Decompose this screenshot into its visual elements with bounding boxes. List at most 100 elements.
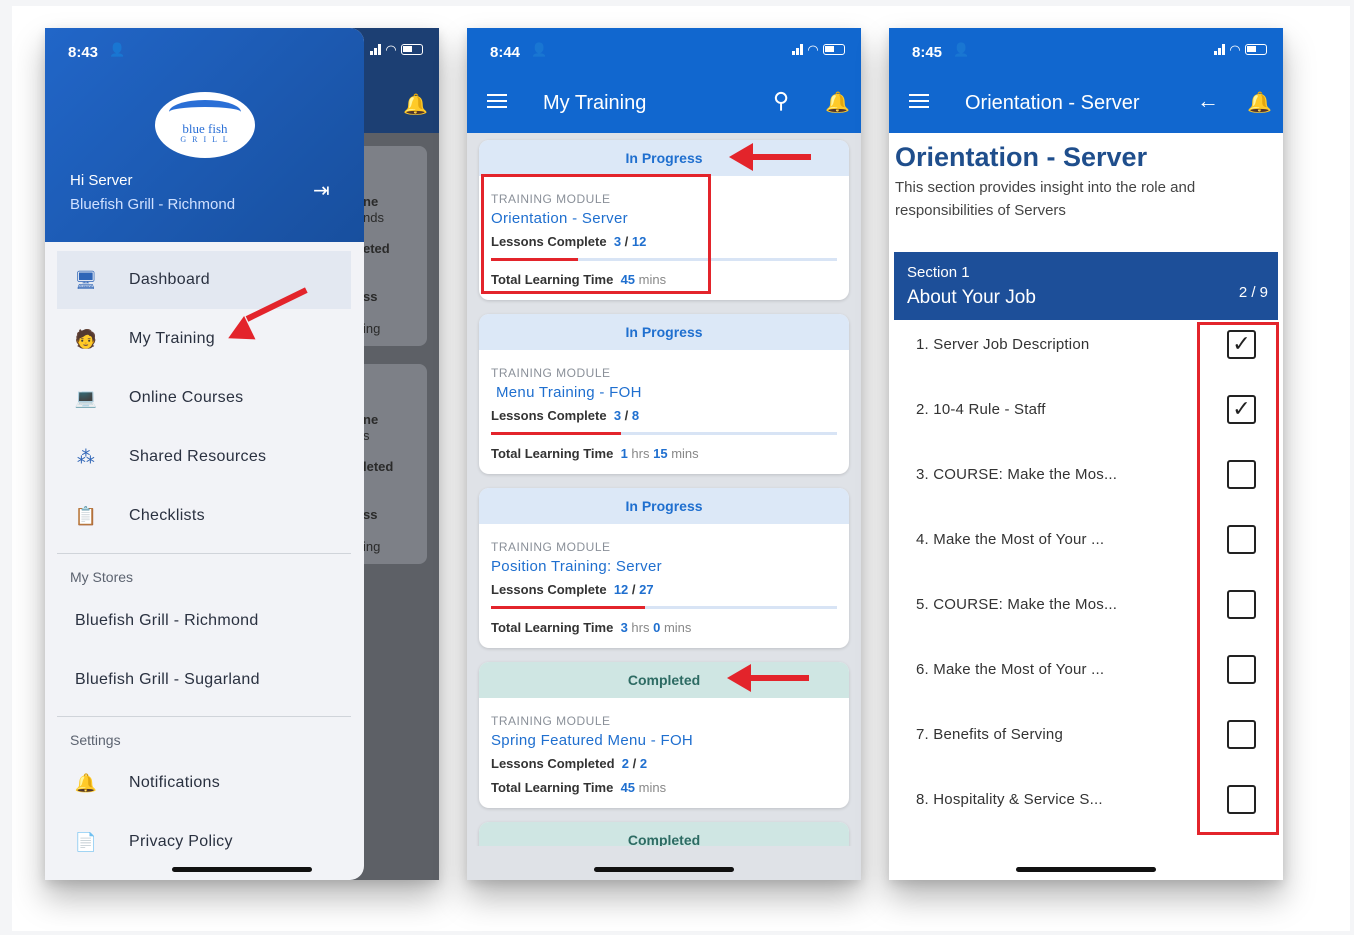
navigation-drawer: 8:43 👤 blue fish G R I L L Hi Server Blu… — [45, 28, 364, 880]
module-type: TRAINING MODULE — [491, 366, 611, 380]
nav-item-shared-resources[interactable]: ⁂ Shared Resources — [57, 428, 351, 486]
peek-text: ne — [363, 194, 379, 209]
hamburger-menu-icon[interactable] — [487, 94, 507, 112]
lesson-item[interactable]: 7. Benefits of Serving — [916, 726, 1063, 743]
bell-icon: 🔔 — [74, 772, 98, 793]
lesson-item[interactable]: 4. Make the Most of Your ... — [916, 531, 1104, 548]
app-bar: 8:45 👤 ◠ Orientation - Server ← 🔔 — [889, 28, 1283, 133]
nav-label: Dashboard — [129, 271, 210, 288]
status-time: 8:43 — [68, 44, 99, 61]
home-indicator — [594, 867, 734, 872]
bluefish-grill-logo: blue fish G R I L L — [155, 92, 255, 158]
clipboard-icon: 📋 — [74, 505, 98, 526]
module-name: Menu Training - FOH — [496, 384, 642, 401]
phone-my-training: 8:44 👤 ◠ My Training ⚲ 🔔 In Progress TRA… — [467, 28, 861, 880]
monitor-icon: 🖥 — [74, 269, 98, 290]
peek-text: ss — [363, 289, 378, 304]
back-arrow-icon[interactable]: ← — [1197, 88, 1219, 114]
module-type: TRAINING MODULE — [491, 540, 611, 554]
battery-icon — [823, 44, 845, 55]
search-icon[interactable]: ⚲ — [773, 88, 789, 114]
peek-text: ne — [363, 412, 379, 427]
person-icon: 👤 — [953, 42, 970, 57]
bell-icon[interactable]: 🔔 — [825, 90, 850, 115]
bottom-safe-area — [467, 846, 861, 880]
module-heading: Orientation - Server — [895, 142, 1148, 172]
learning-time: Total Learning Time 3 hrs 0 mins — [491, 620, 692, 635]
laptop-icon: 💻 — [74, 387, 98, 408]
progress-track — [491, 432, 837, 435]
status-time: 8:45 — [912, 44, 943, 61]
logo-text: G R I L L — [180, 135, 230, 144]
module-description: This section provides insight into the r… — [895, 179, 1196, 219]
section-title: About Your Job — [907, 287, 1036, 308]
nav-label: Online Courses — [129, 389, 244, 406]
nav-item-notifications[interactable]: 🔔 Notifications — [57, 754, 351, 812]
store-item-sugarland[interactable]: Bluefish Grill - Sugarland — [75, 671, 260, 689]
status-bar: 8:43 👤 — [45, 28, 364, 76]
status-time: 8:44 — [490, 44, 521, 61]
nav-label: Checklists — [129, 507, 205, 524]
privacy-icon: 📄 — [74, 831, 98, 852]
person-icon: 👤 — [109, 42, 126, 57]
annotation-arrow — [222, 287, 311, 350]
lesson-item[interactable]: 2. 10-4 Rule - Staff — [916, 401, 1046, 418]
annotation-arrow — [729, 143, 811, 171]
greeting: Hi Server — [70, 172, 133, 189]
peek-text: nds — [363, 210, 384, 225]
lesson-item[interactable]: 3. COURSE: Make the Mos... — [916, 466, 1117, 483]
bell-icon[interactable]: 🔔 — [1247, 90, 1272, 115]
module-name: Spring Featured Menu - FOH — [491, 732, 694, 749]
learning-time: Total Learning Time 45 mins — [491, 780, 667, 795]
peek-text: ss — [363, 507, 378, 522]
status-header: In Progress — [479, 488, 849, 524]
progress-track — [491, 606, 837, 609]
trainee-icon: 🧑 — [74, 328, 98, 349]
divider — [57, 716, 351, 717]
lesson-item[interactable]: 8. Hospitality & Service S... — [916, 791, 1103, 808]
lessons-complete: Lessons Complete 12 / 27 — [491, 582, 654, 597]
section-label: Section 1 — [907, 264, 970, 281]
nav-item-privacy-policy[interactable]: 📄 Privacy Policy — [57, 813, 351, 871]
lesson-item[interactable]: 6. Make the Most of Your ... — [916, 661, 1104, 678]
progress-fill — [491, 606, 645, 609]
current-store: Bluefish Grill - Richmond — [70, 196, 236, 213]
page-title: Orientation - Server — [965, 92, 1140, 114]
wifi-icon: ◠ — [808, 42, 818, 57]
logout-icon[interactable]: ⇥ — [313, 178, 330, 203]
person-icon: 👤 — [531, 42, 548, 57]
hamburger-menu-icon[interactable] — [909, 94, 929, 112]
drawer-header: 8:43 👤 blue fish G R I L L Hi Server Blu… — [45, 28, 364, 242]
signal-icon — [792, 44, 803, 55]
settings-heading: Settings — [70, 732, 121, 748]
status-bar: 8:45 👤 ◠ — [889, 28, 1283, 76]
peek-text: ing — [363, 321, 381, 336]
status-bar: 8:44 👤 ◠ — [467, 28, 861, 76]
nav-item-online-courses[interactable]: 💻 Online Courses — [57, 369, 351, 427]
annotation-arrow — [727, 664, 809, 692]
lesson-item[interactable]: 5. COURSE: Make the Mos... — [916, 596, 1117, 613]
learning-time: Total Learning Time 1 hrs 15 mins — [491, 446, 699, 461]
app-bar: 8:44 👤 ◠ My Training ⚲ 🔔 — [467, 28, 861, 133]
store-item-richmond[interactable]: Bluefish Grill - Richmond — [75, 612, 259, 630]
nav-label: Shared Resources — [129, 448, 267, 465]
section-header[interactable]: Section 1 About Your Job 2 / 9 — [894, 252, 1278, 320]
annotation-box — [1197, 322, 1279, 835]
peek-text: eted — [363, 241, 390, 256]
training-card[interactable]: In Progress TRAINING MODULE Menu Trainin… — [479, 314, 849, 474]
page-title: My Training — [543, 92, 647, 114]
annotation-box — [481, 174, 711, 294]
signal-icon — [1214, 44, 1225, 55]
peek-text: ing — [363, 539, 381, 554]
lessons-complete: Lessons Complete 3 / 8 — [491, 408, 640, 423]
phone-drawer-menu: 🔔 ne nds eted ss ing ne s leted ss ing 8… — [45, 28, 439, 880]
module-type: TRAINING MODULE — [491, 714, 611, 728]
lessons-complete: Lessons Completed 2 / 2 — [491, 756, 648, 771]
training-card[interactable]: In Progress TRAINING MODULE Position Tra… — [479, 488, 849, 648]
progress-fill — [491, 432, 621, 435]
nav-item-checklists[interactable]: 📋 Checklists — [57, 487, 351, 545]
lesson-item[interactable]: 1. Server Job Description — [916, 336, 1089, 353]
module-name: Position Training: Server — [491, 558, 662, 575]
status-header: In Progress — [479, 314, 849, 350]
divider — [57, 553, 351, 554]
